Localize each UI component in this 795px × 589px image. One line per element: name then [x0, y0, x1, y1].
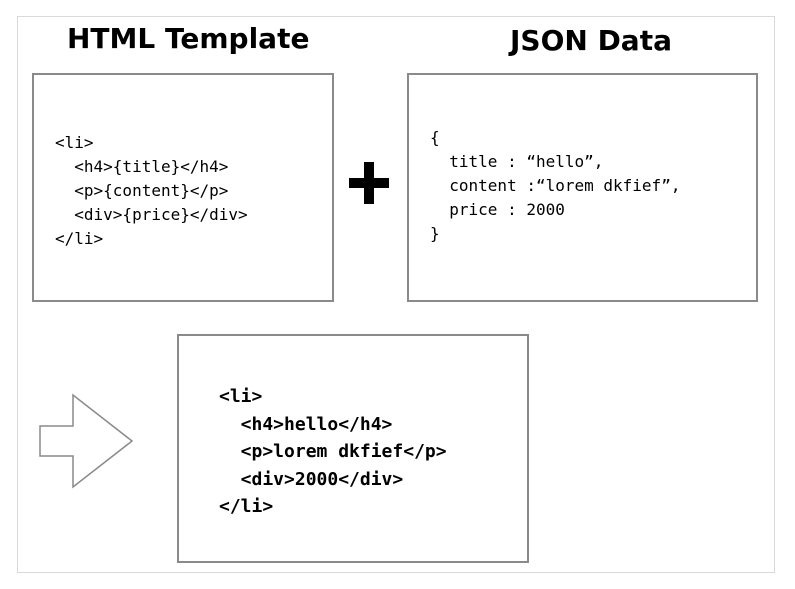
code-line: title : “hello”, — [430, 152, 604, 171]
html-template-heading: HTML Template — [67, 22, 310, 55]
code-line: <h4>hello</h4> — [219, 413, 393, 435]
rendered-result-code: <li> <h4>hello</h4> <p>lorem dkfief</p> … — [219, 383, 447, 521]
right-arrow-icon — [39, 393, 134, 489]
html-template-code: <li> <h4>{title}</h4> <p>{content}</p> <… — [55, 131, 248, 251]
code-line: <p>{content}</p> — [55, 181, 229, 200]
json-data-code: { title : “hello”, content :“lorem dkfie… — [430, 126, 680, 246]
code-line: { — [430, 128, 440, 147]
code-line: </li> — [219, 496, 274, 517]
code-line: } — [430, 224, 440, 243]
code-line: <p>lorem dkfief</p> — [219, 441, 447, 462]
json-data-heading: JSON Data — [510, 24, 672, 57]
code-line: price : 2000 — [430, 200, 565, 219]
code-line: <h4>{title}</h4> — [55, 157, 229, 176]
code-line: <li> — [219, 386, 263, 407]
code-line: <div>{price}</div> — [55, 205, 248, 224]
plus-icon — [349, 162, 389, 204]
code-line: <div>2000</div> — [219, 468, 404, 490]
code-line: <li> — [55, 133, 94, 152]
code-line: content :“lorem dkfief”, — [430, 176, 681, 195]
code-line: </li> — [55, 229, 104, 248]
